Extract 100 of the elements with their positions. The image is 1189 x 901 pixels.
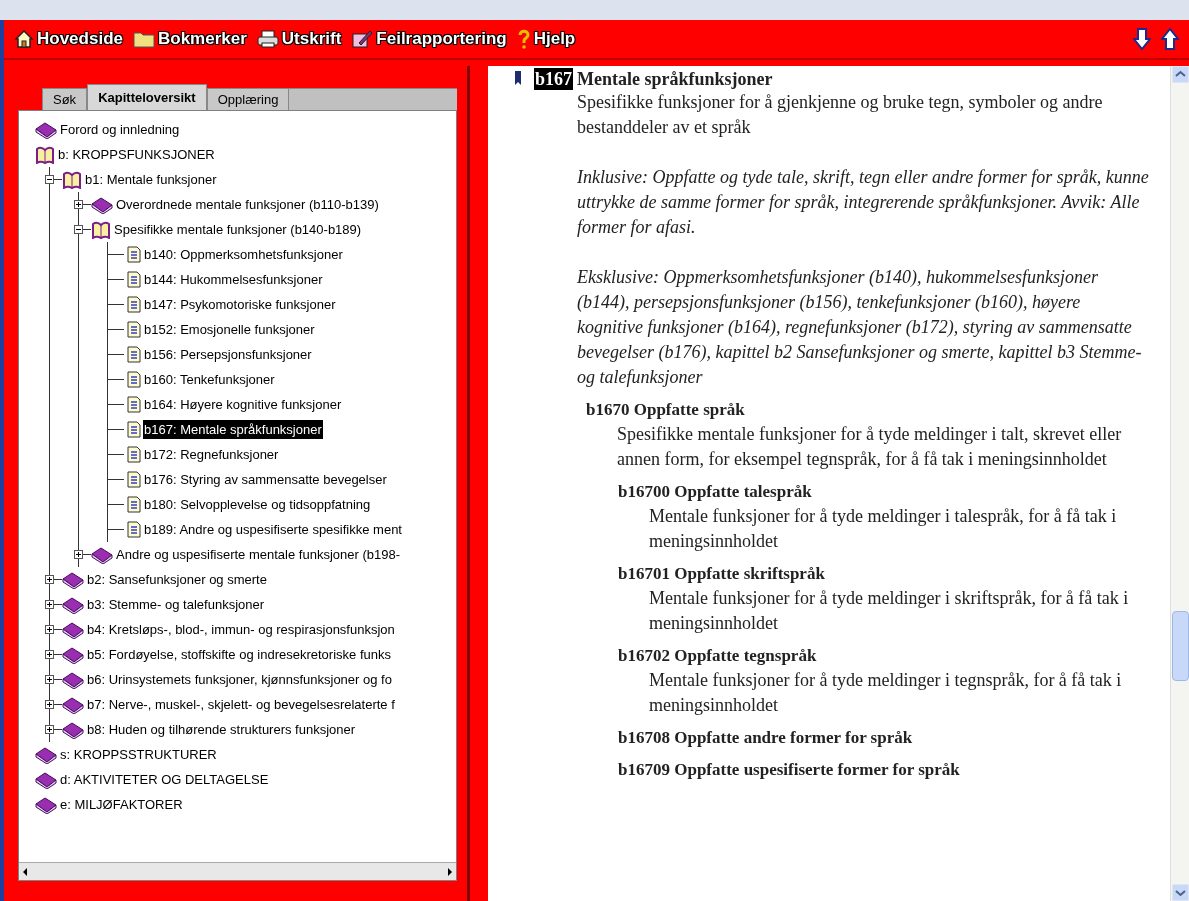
- toolbar-button[interactable]: Feilrapportering: [351, 26, 507, 52]
- tree-item[interactable]: b8: Huden og tilhørende strukturers funksjoner: [86, 719, 357, 740]
- tree-item[interactable]: b160: Tenkefunksjoner: [143, 369, 276, 390]
- horizontal-scrollbar[interactable]: [19, 862, 456, 880]
- section-heading: b16708 Oppfatte andre former for språk: [618, 727, 914, 749]
- expand-icon[interactable]: [45, 700, 54, 709]
- report-icon: [351, 29, 374, 49]
- section-heading: b1670 Oppfatte språk: [586, 399, 746, 421]
- tree-item[interactable]: b2: Sansefunksjoner og smerte: [86, 569, 268, 590]
- tree-item[interactable]: b156: Persepsjonsfunksjoner: [143, 344, 313, 365]
- code-label: b167: [534, 68, 573, 90]
- page-icon: [127, 321, 141, 338]
- expand-icon[interactable]: [74, 550, 83, 559]
- toolbar-button[interactable]: Utskrift: [256, 26, 342, 52]
- expand-icon[interactable]: [45, 600, 54, 609]
- tree-item[interactable]: b176: Styring av sammensatte bevegelser: [143, 469, 388, 490]
- tree-item[interactable]: b147: Psykomotoriske funksjoner: [143, 294, 337, 315]
- scroll-down-icon[interactable]: [1171, 884, 1189, 901]
- page-icon: [127, 246, 141, 263]
- tab[interactable]: Opplæring: [206, 88, 290, 110]
- page-icon: [127, 521, 141, 538]
- book-icon: [91, 545, 113, 564]
- book-icon: [91, 195, 113, 214]
- book-icon: [62, 720, 84, 739]
- book-icon: [62, 695, 84, 714]
- book-icon: [62, 645, 84, 664]
- section-heading: b16702 Oppfatte tegnspråk: [618, 645, 818, 667]
- tree-item[interactable]: b5: Fordøyelse, stoffskifte og indresekretoriske funks: [86, 644, 392, 665]
- tab[interactable]: Kapitteloversikt: [87, 84, 207, 110]
- tree-item[interactable]: Overordnede mentale funksjoner (b110-b139): [115, 194, 380, 215]
- article-title: Mentale språkfunksjoner: [577, 68, 774, 90]
- page-icon: [127, 371, 141, 388]
- page-icon: [127, 496, 141, 513]
- bookmark-icon: [514, 70, 522, 86]
- collapse-icon[interactable]: [74, 225, 83, 234]
- tree-item[interactable]: b3: Stemme- og talefunksjoner: [86, 594, 266, 615]
- expand-icon[interactable]: [45, 725, 54, 734]
- tree-item[interactable]: b: KROPPSFUNKSJONER: [57, 144, 216, 165]
- tree-item[interactable]: b4: Kretsløps-, blod-, immun- og respirasjonsfunksjon: [86, 619, 396, 640]
- section-description: Spesifikke mentale funksjoner for å tyde meldinger i talt, skrevet eller annen form, for eksempel tegnspråk, for å få tak i meningsinnholdet: [617, 423, 1123, 471]
- section-description: Mentale funksjoner for å tyde meldinger i tegnspråk, for å få tak i meningsinnholdet: [649, 669, 1123, 717]
- house-icon: [14, 29, 34, 49]
- page-icon: [127, 346, 141, 363]
- tree-item[interactable]: Spesifikke mentale funksjoner (b140-b189): [113, 219, 363, 240]
- tree-item[interactable]: b167: Mentale språkfunksjoner: [143, 419, 323, 440]
- expand-icon[interactable]: [45, 675, 54, 684]
- scroll-left-icon[interactable]: [21, 866, 29, 877]
- folder-icon: [133, 30, 155, 48]
- arrow-down-icon[interactable]: [1133, 28, 1151, 50]
- vertical-scrollbar[interactable]: [1170, 66, 1189, 901]
- tree-item[interactable]: e: MILJØFAKTORER: [59, 794, 184, 815]
- collapse-icon[interactable]: [45, 175, 54, 184]
- tree-item[interactable]: s: KROPPSSTRUKTURER: [59, 744, 218, 765]
- help-icon: [516, 29, 531, 49]
- tree-item[interactable]: b6: Urinsystemets funksjoner, kjønnsfunksjoner og fo: [86, 669, 393, 690]
- tree-item[interactable]: Andre og uspesifiserte mentale funksjoner (b198-: [115, 544, 401, 565]
- article-note: Eksklusive: Oppmerksomhetsfunksjoner (b140), hukommelsesfunksjoner (b144), persepsjonsfunksjoner (b156), tenkefunksjoner (b160), høyere kognitive funksjoner (b164), regnefunksjoner (b172), styring av sammensatte bevegelser (b176), kapittel b2 Sansefunksjoner og smerte, kapittel b3 Stemme- og talefunksjoner: [577, 266, 1143, 389]
- toolbar-button[interactable]: Bokmerker: [133, 26, 247, 52]
- tab[interactable]: Søk: [42, 88, 88, 110]
- arrow-up-icon[interactable]: [1161, 28, 1179, 50]
- section-heading: b16701 Oppfatte skriftspråk: [618, 563, 826, 585]
- article-note: Inklusive: Oppfatte og tyde tale, skrift, tegn eller andre former for språk, kunne uttrykke de samme former for språk, integrerende språkfunksjoner. Avvik: Alle former for afasi.: [577, 166, 1150, 239]
- tree-item[interactable]: b164: Høyere kognitive funksjoner: [143, 394, 343, 415]
- page-icon: [127, 396, 141, 413]
- tree-item[interactable]: d: AKTIVITETER OG DELTAGELSE: [59, 769, 270, 790]
- tree-item[interactable]: b180: Selvopplevelse og tidsoppfatning: [143, 494, 372, 515]
- section-description: Mentale funksjoner for å tyde meldinger i skriftspråk, for å få tak i meningsinnholdet: [649, 587, 1130, 635]
- section-description: Mentale funksjoner for å tyde meldinger i talespråk, for å få tak i meningsinnholdet: [649, 505, 1118, 553]
- open-book-icon: [62, 170, 82, 189]
- toolbar-button[interactable]: Hovedside: [14, 26, 123, 52]
- page-icon: [127, 471, 141, 488]
- tree-item[interactable]: b7: Nerve-, muskel-, skjelett- og bevegelsesrelaterte f: [86, 694, 396, 715]
- scroll-up-icon[interactable]: [1171, 66, 1189, 83]
- scroll-right-icon[interactable]: [446, 866, 454, 877]
- tree-item[interactable]: b140: Oppmerksomhetsfunksjoner: [143, 244, 344, 265]
- page-icon: [127, 421, 141, 438]
- tree-item[interactable]: b172: Regnefunksjoner: [143, 444, 280, 465]
- book-icon: [62, 595, 84, 614]
- tree-item[interactable]: b152: Emosjonelle funksjoner: [143, 319, 316, 340]
- book-icon: [62, 570, 84, 589]
- open-book-icon: [91, 220, 111, 239]
- section-heading: b16700 Oppfatte talespråk: [618, 481, 813, 503]
- page-icon: [127, 296, 141, 313]
- book-icon: [62, 620, 84, 639]
- book-icon: [62, 670, 84, 689]
- tree-item[interactable]: b1: Mentale funksjoner: [84, 169, 218, 190]
- page-icon: [127, 271, 141, 288]
- expand-icon[interactable]: [45, 650, 54, 659]
- tree-item[interactable]: b144: Hukommelsesfunksjoner: [143, 269, 324, 290]
- section-heading: b16709 Oppfatte uspesifiserte former for språk: [618, 759, 961, 781]
- expand-icon[interactable]: [45, 575, 54, 584]
- page-icon: [127, 446, 141, 463]
- printer-icon: [256, 29, 279, 49]
- tree-item[interactable]: b189: Andre og uspesifiserte spesifikke ment: [143, 519, 403, 540]
- article-description: Spesifikke funksjoner for å gjenkjenne og bruke tegn, symboler og andre bestanddeler av et språk: [577, 91, 1104, 139]
- toolbar-button[interactable]: Hjelp: [516, 26, 576, 52]
- tree-item[interactable]: Forord og innledning: [59, 119, 181, 140]
- scroll-thumb[interactable]: [1171, 611, 1189, 681]
- expand-icon[interactable]: [45, 625, 54, 634]
- expand-icon[interactable]: [74, 200, 83, 209]
